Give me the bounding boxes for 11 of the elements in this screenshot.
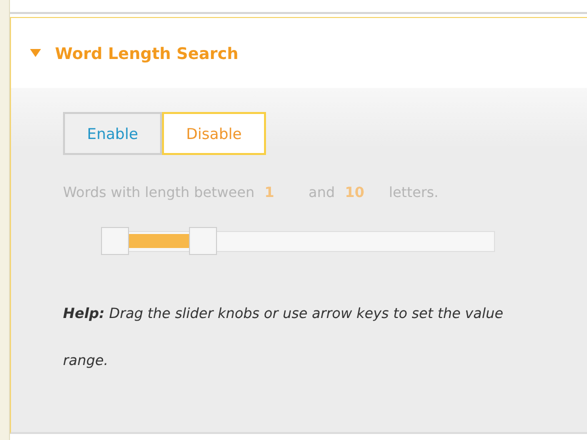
- slider-fill: [129, 234, 189, 248]
- help-text: Help: Drag the slider knobs or use arrow keys to set the value range.: [63, 305, 504, 371]
- slider-knob[interactable]: [188, 227, 217, 255]
- range-slider[interactable]: [101, 227, 495, 255]
- slider-knob[interactable]: [101, 227, 129, 255]
- max-value: 10: [344, 185, 366, 201]
- caret-down-icon[interactable]: [30, 49, 41, 57]
- min-value: 1: [264, 185, 276, 201]
- toggle-button[interactable]: Enable: [63, 112, 162, 155]
- toggle-button[interactable]: Disable: [162, 112, 266, 155]
- section-title: Word Length Search: [55, 44, 238, 62]
